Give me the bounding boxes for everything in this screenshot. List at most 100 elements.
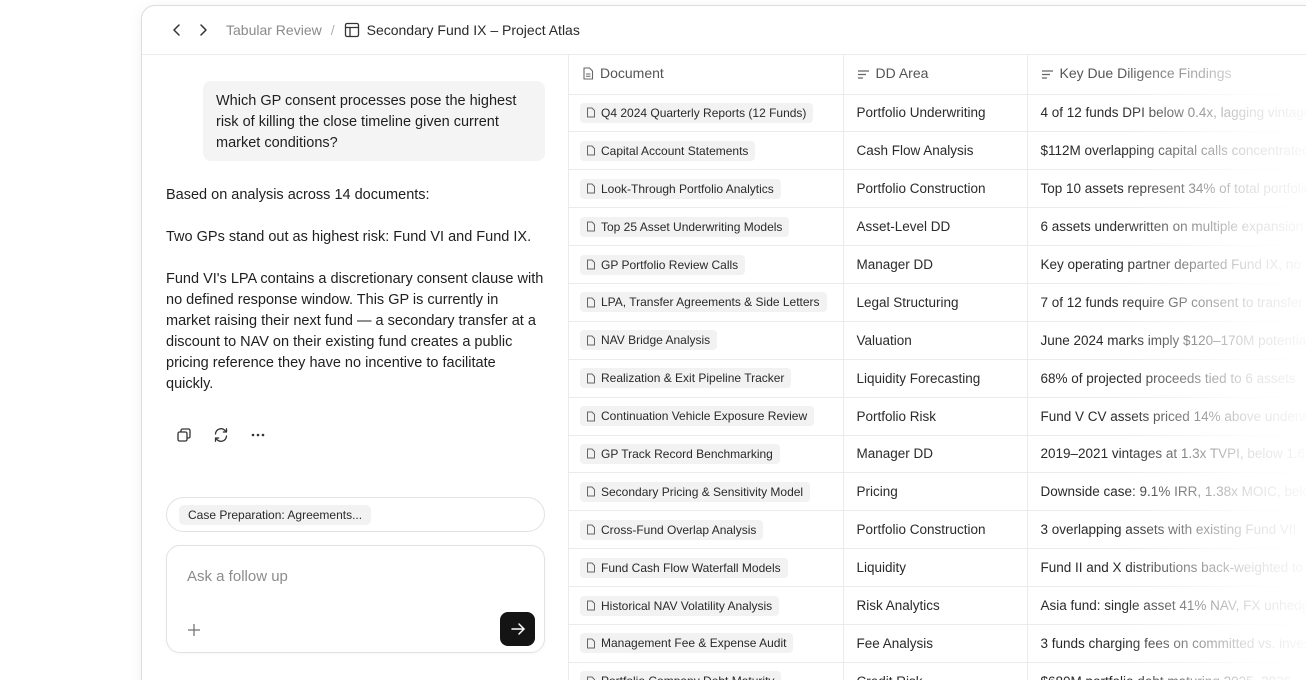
document-chip[interactable]: Top 25 Asset Underwriting Models: [580, 216, 790, 237]
cell-dd-area: Manager DD: [843, 435, 1028, 474]
page-title: Secondary Fund IX – Project Atlas: [366, 22, 580, 38]
context-chip[interactable]: Case Preparation: Agreements...: [179, 504, 372, 525]
table-row[interactable]: Management Fee & Expense Audit Fee Analys…: [569, 624, 1306, 663]
document-chip[interactable]: Capital Account Statements: [580, 140, 756, 161]
table-row[interactable]: GP Track Record Benchmarking Manager DD 20…: [569, 435, 1306, 474]
document-chip[interactable]: GP Portfolio Review Calls: [580, 254, 746, 275]
cell-document: Look-Through Portfolio Analytics: [569, 169, 844, 209]
text-lines-icon: [1041, 67, 1054, 83]
cell-dd-area: Legal Structuring: [843, 283, 1028, 322]
document-icon: [582, 67, 594, 83]
cell-dd-area: Portfolio Risk: [843, 397, 1028, 436]
document-name: Fund Cash Flow Waterfall Models: [601, 560, 781, 575]
document-icon: [587, 411, 595, 422]
table-row[interactable]: Fund Cash Flow Waterfall Models Liquidity…: [569, 548, 1306, 588]
column-header-dd-area[interactable]: DD Area: [843, 55, 1028, 95]
chevron-right-icon[interactable]: [194, 21, 212, 39]
table-row[interactable]: Cross-Fund Overlap Analysis Portfolio Con…: [569, 510, 1306, 550]
cell-document: LPA, Transfer Agreements & Side Letters: [569, 283, 844, 322]
document-icon: [587, 524, 595, 535]
table-row[interactable]: Top 25 Asset Underwriting Models Asset-Le…: [569, 207, 1306, 247]
document-name: Cross-Fund Overlap Analysis: [601, 522, 757, 537]
cell-finding: Top 10 assets represent 34% of total por…: [1027, 169, 1306, 209]
document-chip[interactable]: GP Track Record Benchmarking: [580, 443, 780, 464]
cell-document: Secondary Pricing & Sensitivity Model: [569, 472, 844, 512]
document-chip[interactable]: Management Fee & Expense Audit: [580, 633, 794, 654]
refresh-icon[interactable]: [211, 425, 231, 445]
column-header-document[interactable]: Document: [569, 55, 844, 95]
breadcrumb-parent[interactable]: Tabular Review: [226, 22, 322, 38]
table-row[interactable]: Portfolio Company Debt Maturity Credit Ri…: [569, 662, 1306, 680]
document-icon: [587, 221, 595, 232]
table-row[interactable]: Realization & Exit Pipeline Tracker Liqui…: [569, 359, 1306, 398]
cell-dd-area: Portfolio Construction: [843, 510, 1028, 550]
document-name: Historical NAV Volatility Analysis: [601, 598, 773, 613]
cell-document: Capital Account Statements: [569, 131, 844, 171]
document-chip[interactable]: Fund Cash Flow Waterfall Models: [580, 557, 788, 578]
table-body: Q4 2024 Quarterly Reports (12 Funds) Port…: [569, 94, 1306, 680]
column-header-findings[interactable]: Key Due Diligence Findings: [1027, 55, 1306, 95]
cell-dd-area: Portfolio Construction: [843, 169, 1028, 209]
document-chip[interactable]: Look-Through Portfolio Analytics: [580, 178, 781, 199]
cell-dd-area: Liquidity: [843, 548, 1028, 588]
context-bar: Case Preparation: Agreements...: [166, 497, 545, 532]
document-name: Realization & Exit Pipeline Tracker: [601, 371, 785, 386]
cell-dd-area: Portfolio Underwriting: [843, 94, 1028, 133]
cell-dd-area: Fee Analysis: [843, 624, 1028, 663]
table-row[interactable]: Historical NAV Volatility Analysis Risk A…: [569, 586, 1306, 625]
document-chip[interactable]: Realization & Exit Pipeline Tracker: [580, 368, 792, 389]
text-lines-icon: [857, 67, 870, 83]
chevron-left-icon[interactable]: [168, 21, 186, 39]
column-header-label: Document: [600, 65, 664, 82]
top-bar: Tabular Review / Secondary Fund IX – Pro…: [142, 6, 1306, 55]
cell-document: Top 25 Asset Underwriting Models: [569, 207, 844, 247]
answer-paragraph: Fund VI's LPA contains a discretionary c…: [166, 271, 544, 392]
table-row[interactable]: Q4 2024 Quarterly Reports (12 Funds) Port…: [569, 94, 1306, 133]
cell-dd-area: Cash Flow Analysis: [843, 131, 1028, 171]
document-chip[interactable]: Continuation Vehicle Exposure Review: [580, 406, 815, 427]
cell-document: Portfolio Company Debt Maturity: [569, 662, 844, 680]
document-chip[interactable]: Cross-Fund Overlap Analysis: [580, 519, 764, 540]
document-icon: [587, 297, 595, 308]
table-row[interactable]: Capital Account Statements Cash Flow Anal…: [569, 131, 1306, 171]
cell-dd-area: Liquidity Forecasting: [843, 359, 1028, 398]
table-header-row: Document DD Area Key Due Diligence Findi…: [569, 55, 1306, 95]
review-table-container: Document DD Area Key Due Diligence Findi…: [569, 55, 1306, 680]
document-icon: [587, 335, 595, 346]
cell-document: Fund Cash Flow Waterfall Models: [569, 548, 844, 588]
document-chip[interactable]: NAV Bridge Analysis: [580, 330, 718, 351]
send-button[interactable]: [500, 612, 535, 646]
copy-icon[interactable]: [174, 425, 194, 445]
review-table: Document DD Area Key Due Diligence Findi…: [569, 55, 1306, 680]
document-icon: [587, 676, 595, 680]
table-row[interactable]: LPA, Transfer Agreements & Side Letters L…: [569, 283, 1306, 322]
chat-panel: Which GP consent processes pose the high…: [142, 55, 569, 680]
document-chip[interactable]: Secondary Pricing & Sensitivity Model: [580, 481, 811, 502]
answer-paragraph: Based on analysis across 14 documents:: [166, 187, 430, 203]
cell-finding: 3 funds charging fees on committed vs. i…: [1027, 624, 1306, 663]
document-chip[interactable]: LPA, Transfer Agreements & Side Letters: [580, 292, 827, 313]
document-icon: [587, 145, 595, 156]
table-row[interactable]: Look-Through Portfolio Analytics Portfoli…: [569, 169, 1306, 209]
document-chip[interactable]: Historical NAV Volatility Analysis: [580, 595, 780, 616]
cell-finding: June 2024 marks imply $120–170M potentia…: [1027, 321, 1306, 360]
document-chip[interactable]: Portfolio Company Debt Maturity: [580, 671, 782, 680]
table-row[interactable]: Continuation Vehicle Exposure Review Port…: [569, 397, 1306, 436]
cell-document: Continuation Vehicle Exposure Review: [569, 397, 844, 436]
document-icon: [587, 259, 595, 270]
answer-actions: [174, 425, 268, 445]
column-header-label: DD Area: [875, 65, 929, 82]
table-row[interactable]: NAV Bridge Analysis Valuation June 2024 ma…: [569, 321, 1306, 360]
document-icon: [587, 183, 595, 194]
table-row[interactable]: Secondary Pricing & Sensitivity Model Pri…: [569, 472, 1306, 512]
table-row[interactable]: GP Portfolio Review Calls Manager DD Key o…: [569, 245, 1306, 284]
more-icon[interactable]: [248, 425, 268, 445]
plus-icon[interactable]: [185, 621, 203, 639]
document-icon: [587, 486, 595, 497]
composer: [166, 545, 545, 653]
document-name: Continuation Vehicle Exposure Review: [601, 409, 808, 424]
follow-up-input[interactable]: [187, 568, 507, 585]
cell-finding: Asia fund: single asset 41% NAV, FX unhe…: [1027, 586, 1306, 625]
document-icon: [587, 638, 595, 649]
document-chip[interactable]: Q4 2024 Quarterly Reports (12 Funds): [580, 102, 814, 123]
